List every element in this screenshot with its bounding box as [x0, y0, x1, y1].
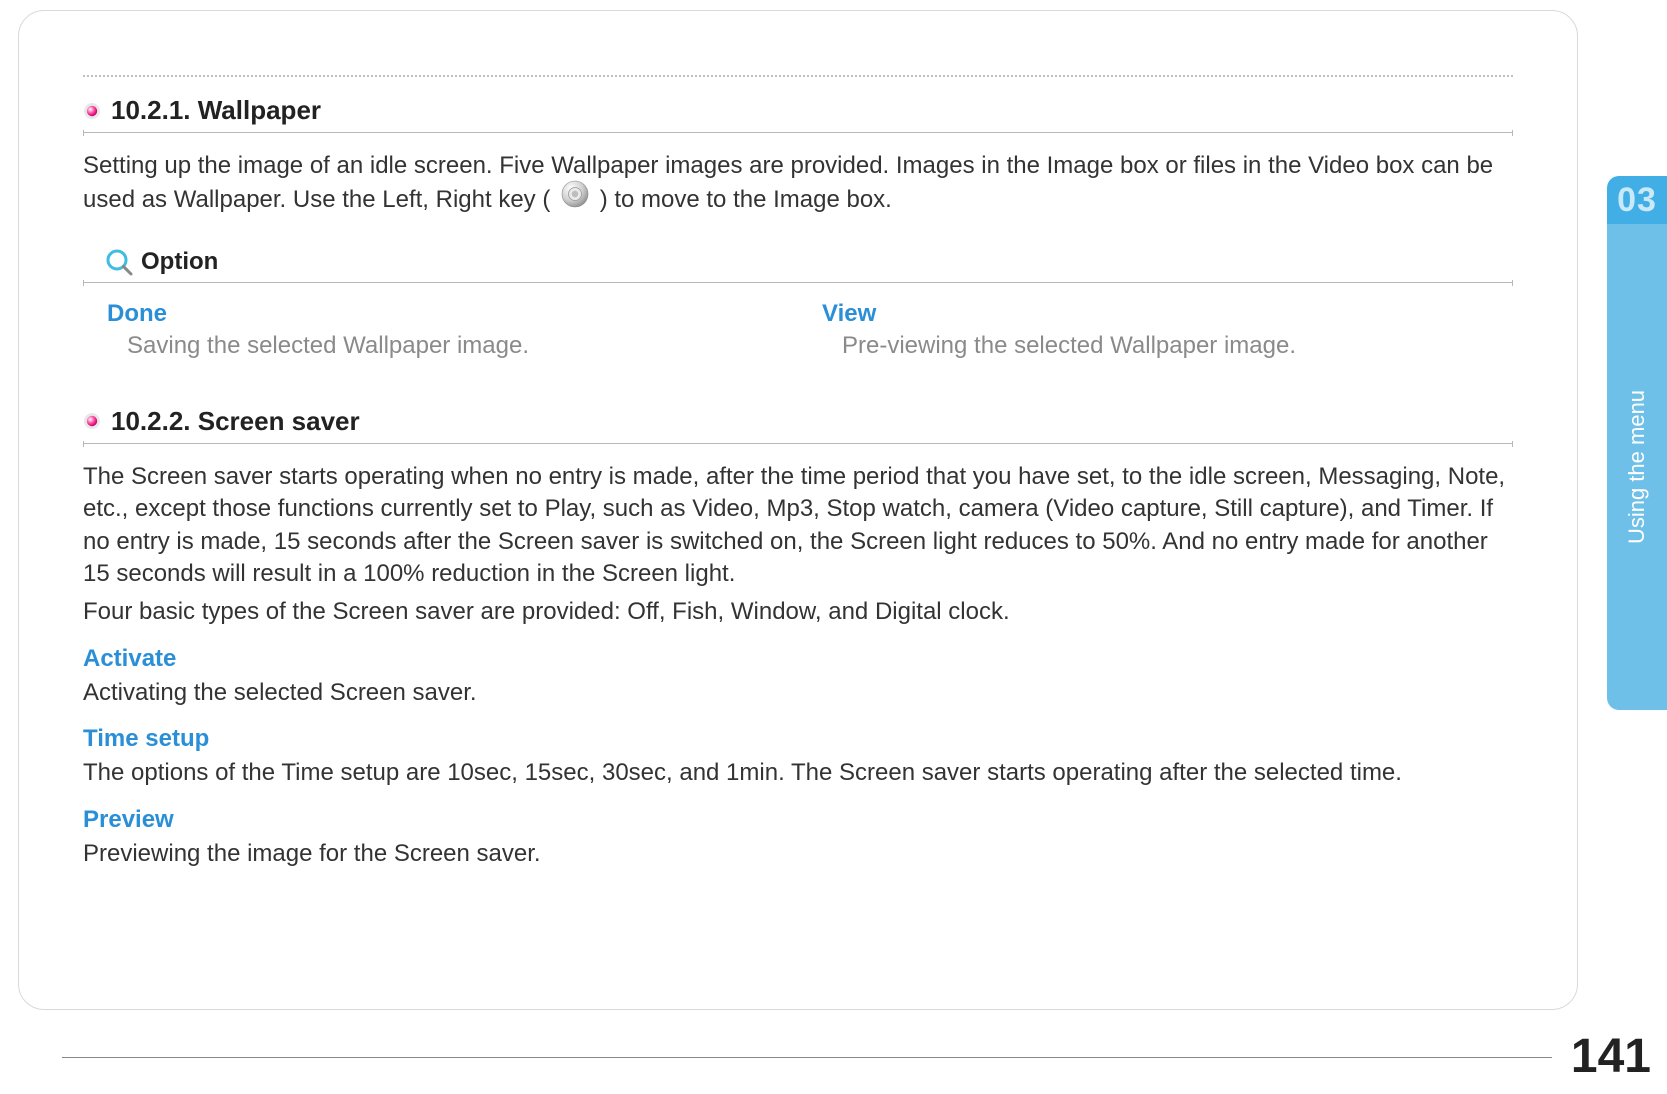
option-view: View Pre-viewing the selected Wallpaper … [798, 300, 1513, 360]
option-desc: Saving the selected Wallpaper image. [127, 332, 798, 360]
wallpaper-desc-b: ) to move to the Image box. [600, 186, 892, 213]
option-desc: Pre-viewing the selected Wallpaper image… [842, 332, 1513, 360]
top-dotted-divider [83, 75, 1513, 77]
entry-desc: The options of the Time setup are 10sec,… [83, 757, 1513, 789]
section-screensaver: 10.2.2. Screen saver The Screen saver st… [83, 406, 1513, 870]
nav-key-icon [561, 180, 589, 217]
entry-preview: Preview Previewing the image for the Scr… [83, 806, 1513, 870]
option-rule [83, 280, 1513, 286]
section-title: 10.2.2. Screen saver [111, 406, 360, 437]
side-tab: 03 Using the menu [1607, 176, 1667, 710]
content-card: 10.2.1. Wallpaper Setting up the image o… [18, 10, 1578, 1010]
option-header: Option [105, 248, 1513, 276]
magnifier-icon [105, 248, 133, 276]
section-rule [83, 441, 1513, 447]
section-title: 10.2.1. Wallpaper [111, 95, 321, 126]
wallpaper-description: Setting up the image of an idle screen. … [83, 150, 1513, 220]
bullet-icon [83, 102, 101, 120]
entry-term: Time setup [83, 725, 1513, 753]
chapter-tab-body: Using the menu [1607, 224, 1667, 710]
page-number: 141 [1571, 1029, 1651, 1084]
chapter-number: 03 [1607, 176, 1667, 224]
bullet-icon [83, 412, 101, 430]
entry-term: Preview [83, 806, 1513, 834]
entry-time-setup: Time setup The options of the Time setup… [83, 725, 1513, 789]
option-term: View [822, 300, 1513, 328]
section-header-wallpaper: 10.2.1. Wallpaper [83, 95, 1513, 126]
page-number-rule [62, 1057, 1552, 1058]
manual-page: 10.2.1. Wallpaper Setting up the image o… [0, 0, 1667, 1094]
section-rule [83, 130, 1513, 136]
chapter-label: Using the menu [1624, 390, 1650, 544]
entry-term: Activate [83, 645, 1513, 673]
entry-activate: Activate Activating the selected Screen … [83, 645, 1513, 709]
option-term: Done [107, 300, 798, 328]
entry-desc: Activating the selected Screen saver. [83, 677, 1513, 709]
section-header-screensaver: 10.2.2. Screen saver [83, 406, 1513, 437]
screensaver-para2: Four basic types of the Screen saver are… [83, 596, 1513, 628]
option-done: Done Saving the selected Wallpaper image… [83, 300, 798, 360]
option-label: Option [141, 248, 218, 276]
entry-desc: Previewing the image for the Screen save… [83, 838, 1513, 870]
option-columns: Done Saving the selected Wallpaper image… [83, 300, 1513, 360]
screensaver-para1: The Screen saver starts operating when n… [83, 461, 1513, 591]
